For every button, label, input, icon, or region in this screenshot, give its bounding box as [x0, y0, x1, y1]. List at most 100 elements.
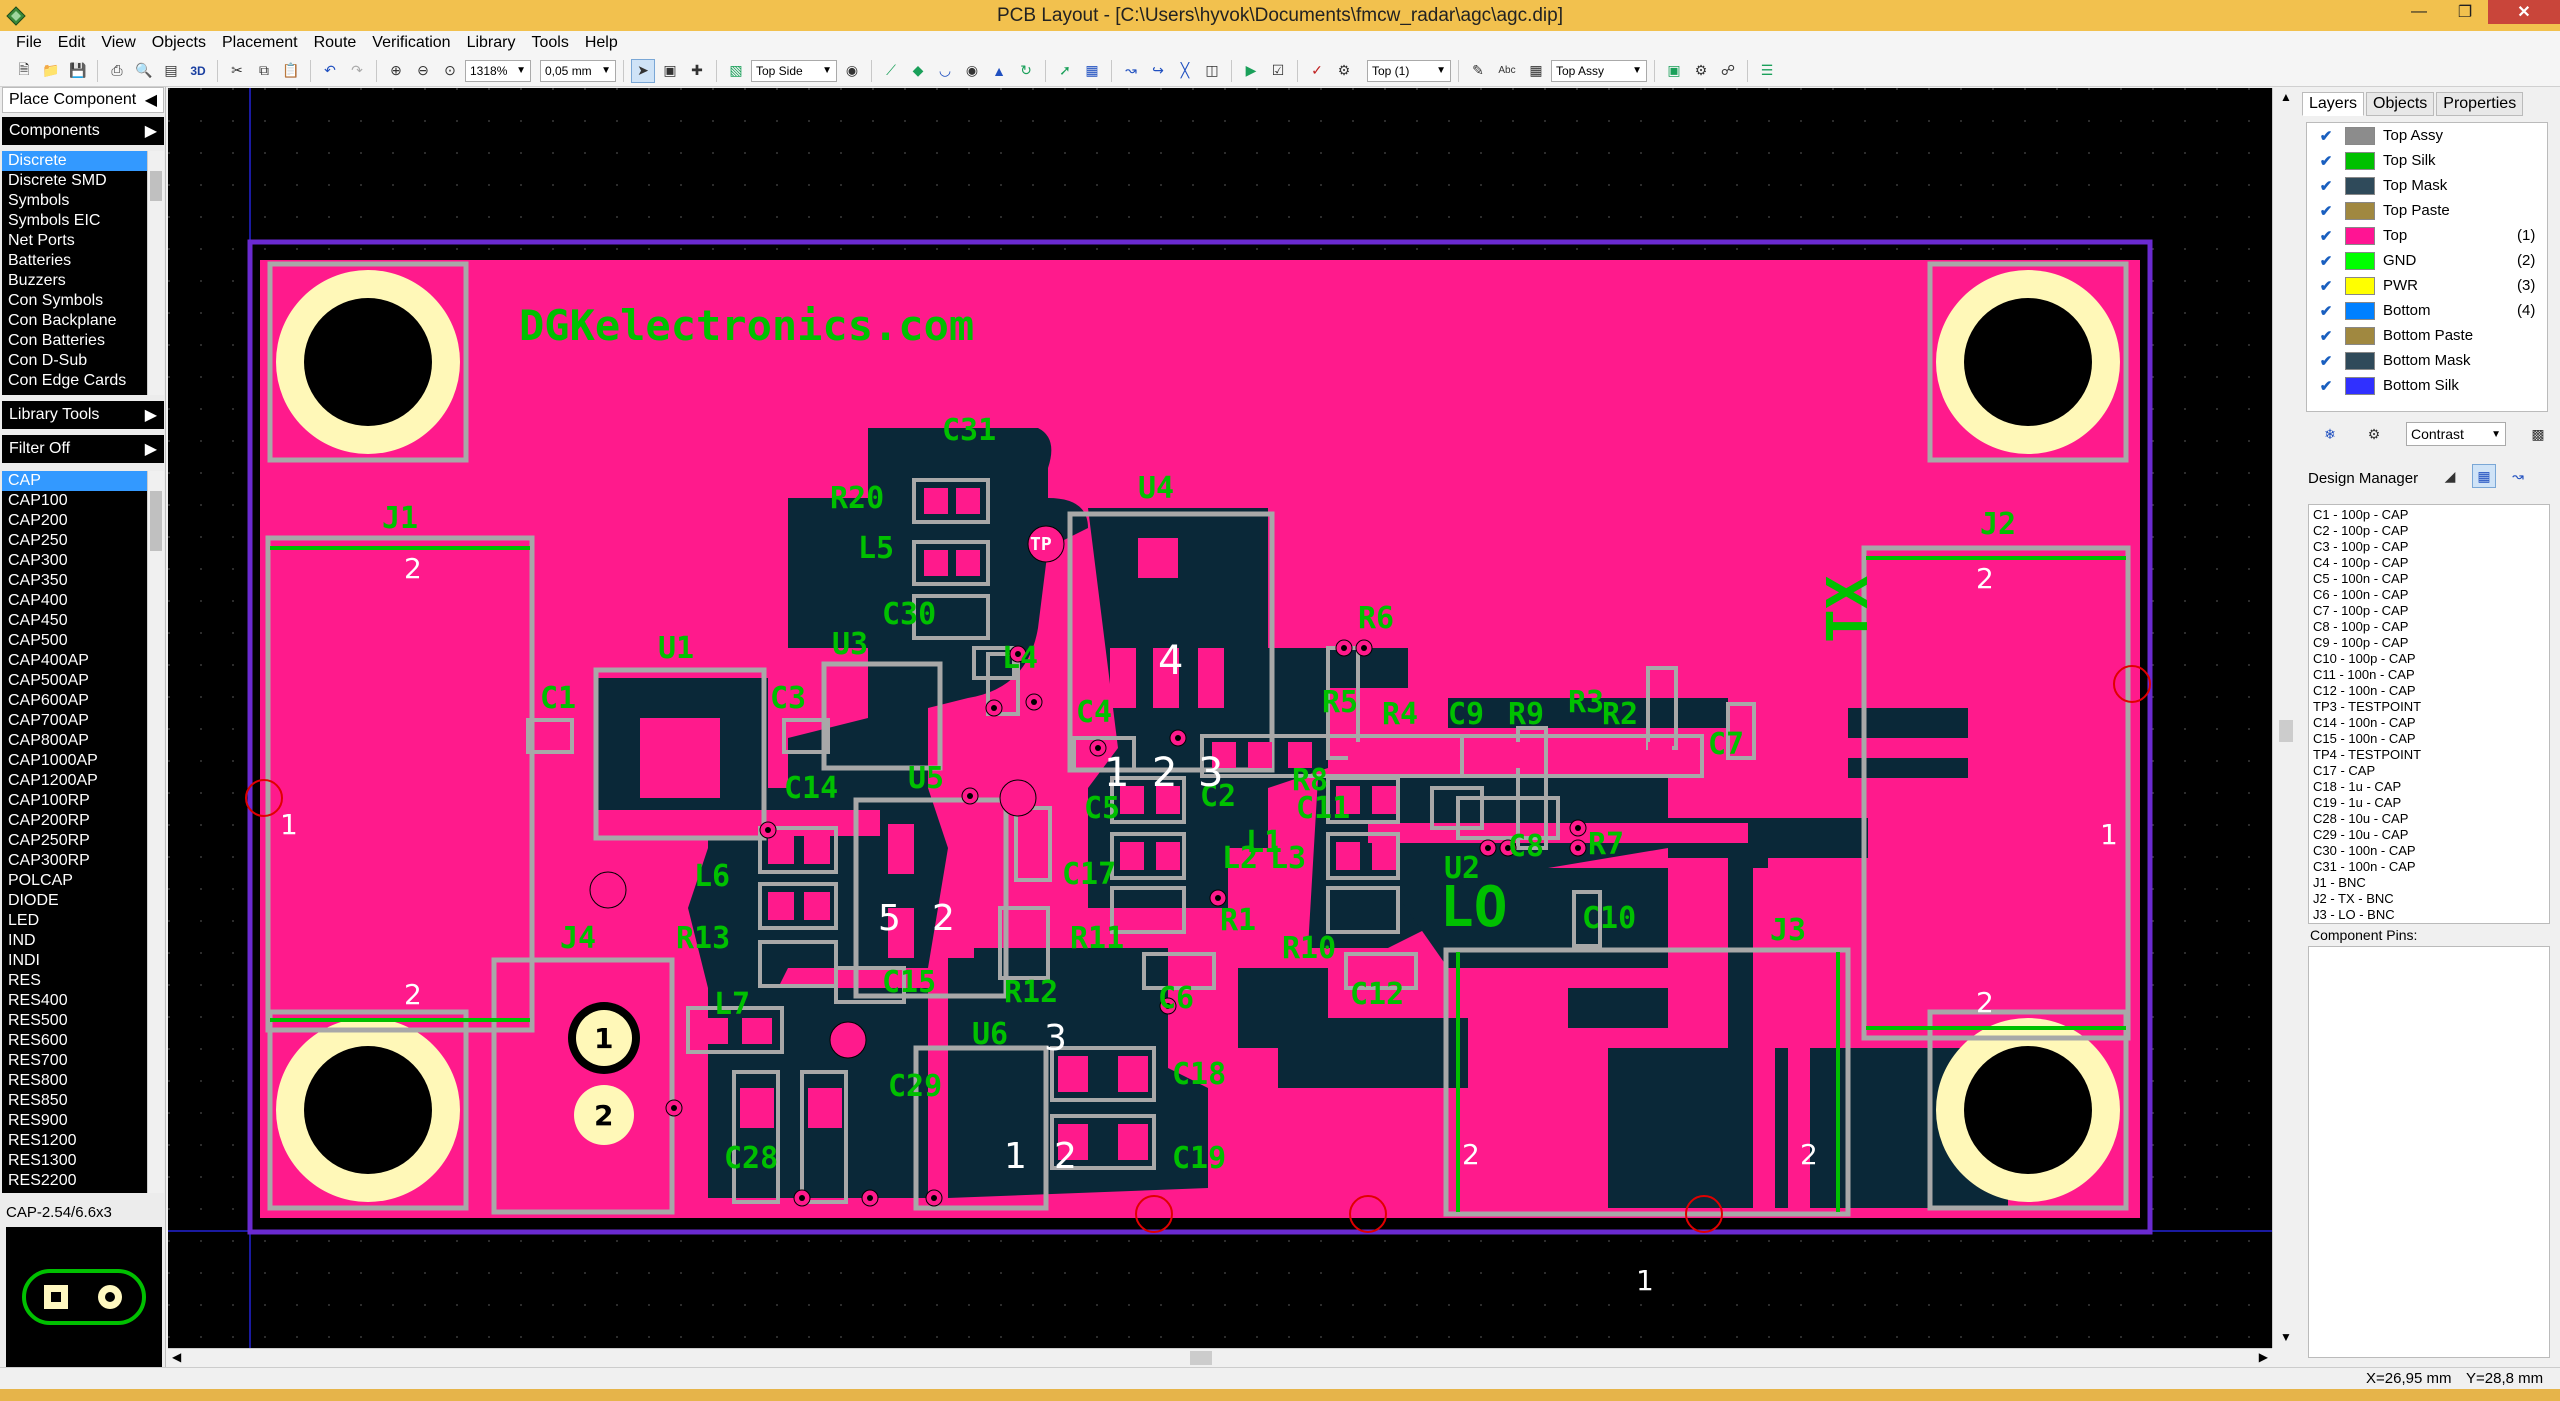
component-entry[interactable]: C2 - 100p - CAP	[2313, 523, 2545, 539]
paste-icon[interactable]: 📋	[279, 59, 303, 83]
layer-color-swatch[interactable]	[2345, 276, 2375, 295]
zoom-fit-icon[interactable]: ⊙	[438, 59, 462, 83]
tab-layers[interactable]: Layers	[2302, 92, 2365, 116]
visibility-checkbox[interactable]: ✔	[2315, 202, 2337, 220]
gerber-icon[interactable]: ▣	[1662, 59, 1686, 83]
split-icon[interactable]: ╳	[1173, 59, 1197, 83]
visibility-checkbox[interactable]: ✔	[2315, 252, 2337, 270]
horizontal-scrollbar[interactable]: ◀ ▶	[168, 1348, 2272, 1366]
save-icon[interactable]: 💾	[66, 59, 90, 83]
scroll-up-icon[interactable]: ▲	[2280, 90, 2292, 104]
layer-row[interactable]: ✔ Top Assy	[2307, 123, 2547, 148]
component-entry[interactable]: C19 - 1u - CAP	[2313, 795, 2545, 811]
pcb-drawing[interactable]: DGKelectronics.com TX LO J1 J2 J3 J4 U1 …	[168, 88, 2272, 1348]
part-item[interactable]: CAP100RP	[2, 791, 164, 811]
layer-row[interactable]: ✔ Bottom Silk	[2307, 373, 2547, 398]
visibility-checkbox[interactable]: ✔	[2315, 152, 2337, 170]
part-item[interactable]: CAP500	[2, 631, 164, 651]
menu-help[interactable]: Help	[577, 34, 626, 52]
route-track-icon[interactable]: ⟋	[879, 59, 903, 83]
part-item[interactable]: RES1300	[2, 1151, 164, 1171]
part-item[interactable]: RES850	[2, 1091, 164, 1111]
verify-icon[interactable]: ✓	[1305, 59, 1329, 83]
settings-icon[interactable]: ⚙	[1332, 59, 1356, 83]
component-entry[interactable]: J3 - LO - BNC	[2313, 907, 2545, 923]
view-3d-button[interactable]: 3D	[186, 59, 210, 83]
layer-color-swatch[interactable]	[2345, 351, 2375, 370]
scroll-left-icon[interactable]: ◀	[172, 1350, 181, 1364]
netlist-icon[interactable]: ☍	[1716, 59, 1740, 83]
category-item[interactable]: Buzzers	[2, 271, 164, 291]
component-entry[interactable]: J2 - TX - BNC	[2313, 891, 2545, 907]
components-header[interactable]: Components ▶	[2, 117, 164, 145]
refresh-icon[interactable]: ↻	[1014, 59, 1038, 83]
expand-right-icon[interactable]: ▶	[145, 405, 157, 425]
menu-edit[interactable]: Edit	[50, 34, 94, 52]
grid-icon[interactable]: ▦	[1080, 59, 1104, 83]
component-entry[interactable]: C15 - 100n - CAP	[2313, 731, 2545, 747]
menu-placement[interactable]: Placement	[214, 34, 306, 52]
layer-row[interactable]: ✔ Top Mask	[2307, 173, 2547, 198]
layer-color-swatch[interactable]	[2345, 201, 2375, 220]
origin-icon[interactable]: ✚	[685, 59, 709, 83]
menu-objects[interactable]: Objects	[144, 34, 214, 52]
category-item[interactable]: Batteries	[2, 251, 164, 271]
scroll-thumb[interactable]	[150, 171, 162, 201]
library-tools-header[interactable]: Library Tools ▶	[2, 401, 164, 429]
expand-right-icon[interactable]: ▶	[145, 121, 157, 141]
category-item[interactable]: Con Backplane	[2, 311, 164, 331]
visibility-checkbox[interactable]: ✔	[2315, 127, 2337, 145]
part-item[interactable]: LED	[2, 911, 164, 931]
part-item[interactable]: CAP400	[2, 591, 164, 611]
part-item[interactable]: CAP1200AP	[2, 771, 164, 791]
part-item[interactable]: RES700	[2, 1051, 164, 1071]
zoom-select[interactable]: 1318% ▼	[465, 59, 531, 82]
arc-icon[interactable]: ◡	[933, 59, 957, 83]
filter-header[interactable]: Filter Off ▶	[2, 435, 164, 463]
scroll-thumb[interactable]	[150, 491, 162, 551]
visibility-checkbox[interactable]: ✔	[2315, 377, 2337, 395]
part-item[interactable]: CAP450	[2, 611, 164, 631]
category-item[interactable]: Con Edge Cards	[2, 371, 164, 391]
visibility-checkbox[interactable]: ✔	[2315, 277, 2337, 295]
drill-icon[interactable]: ⚙	[1689, 59, 1713, 83]
part-item[interactable]: CAP100	[2, 491, 164, 511]
layer-row[interactable]: ✔ Top Paste	[2307, 198, 2547, 223]
trace-icon[interactable]: ↝	[1119, 59, 1143, 83]
run-drc-icon[interactable]: ▶	[1239, 59, 1263, 83]
trace-edit-icon[interactable]: ↪	[1146, 59, 1170, 83]
layer-row[interactable]: ✔ Top (1)	[2307, 223, 2547, 248]
part-item[interactable]: RES2200	[2, 1171, 164, 1191]
component-entry[interactable]: C8 - 100p - CAP	[2313, 619, 2545, 635]
image-icon[interactable]: ▦	[1524, 59, 1548, 83]
expand-right-icon[interactable]: ▶	[145, 439, 157, 459]
layer-color-swatch[interactable]	[2345, 126, 2375, 145]
export-icon[interactable]: ▤	[159, 59, 183, 83]
net-view-icon[interactable]: ↝	[2506, 464, 2530, 488]
part-item[interactable]: CAP500AP	[2, 671, 164, 691]
part-item[interactable]: CAP250RP	[2, 831, 164, 851]
part-item[interactable]: CAP700AP	[2, 711, 164, 731]
component-entry[interactable]: C14 - 100n - CAP	[2313, 715, 2545, 731]
menu-library[interactable]: Library	[459, 34, 524, 52]
new-file-icon[interactable]: 🗎	[12, 59, 36, 83]
category-item[interactable]: Symbols	[2, 191, 164, 211]
component-entry[interactable]: C31 - 100n - CAP	[2313, 859, 2545, 875]
component-entry[interactable]: C18 - 1u - CAP	[2313, 779, 2545, 795]
component-view-icon[interactable]: ▦	[2472, 464, 2496, 488]
component-entry[interactable]: C9 - 100p - CAP	[2313, 635, 2545, 651]
bom-icon[interactable]: ☰	[1755, 59, 1779, 83]
part-item[interactable]: CAP250	[2, 531, 164, 551]
component-pins-list[interactable]	[2308, 946, 2550, 1358]
component-entry[interactable]: C3 - 100p - CAP	[2313, 539, 2545, 555]
layer-row[interactable]: ✔ Bottom (4)	[2307, 298, 2547, 323]
filter-icon[interactable]: ◢	[2438, 464, 2462, 488]
category-item[interactable]: Net Ports	[2, 231, 164, 251]
tab-properties[interactable]: Properties	[2436, 92, 2524, 116]
via-icon[interactable]: ◆	[906, 59, 930, 83]
component-entry[interactable]: J1 - BNC	[2313, 875, 2545, 891]
layer-color-swatch[interactable]	[2345, 301, 2375, 320]
select-area-icon[interactable]: ▣	[658, 59, 682, 83]
minimize-button[interactable]: —	[2396, 0, 2442, 24]
part-item[interactable]: DIODE	[2, 891, 164, 911]
